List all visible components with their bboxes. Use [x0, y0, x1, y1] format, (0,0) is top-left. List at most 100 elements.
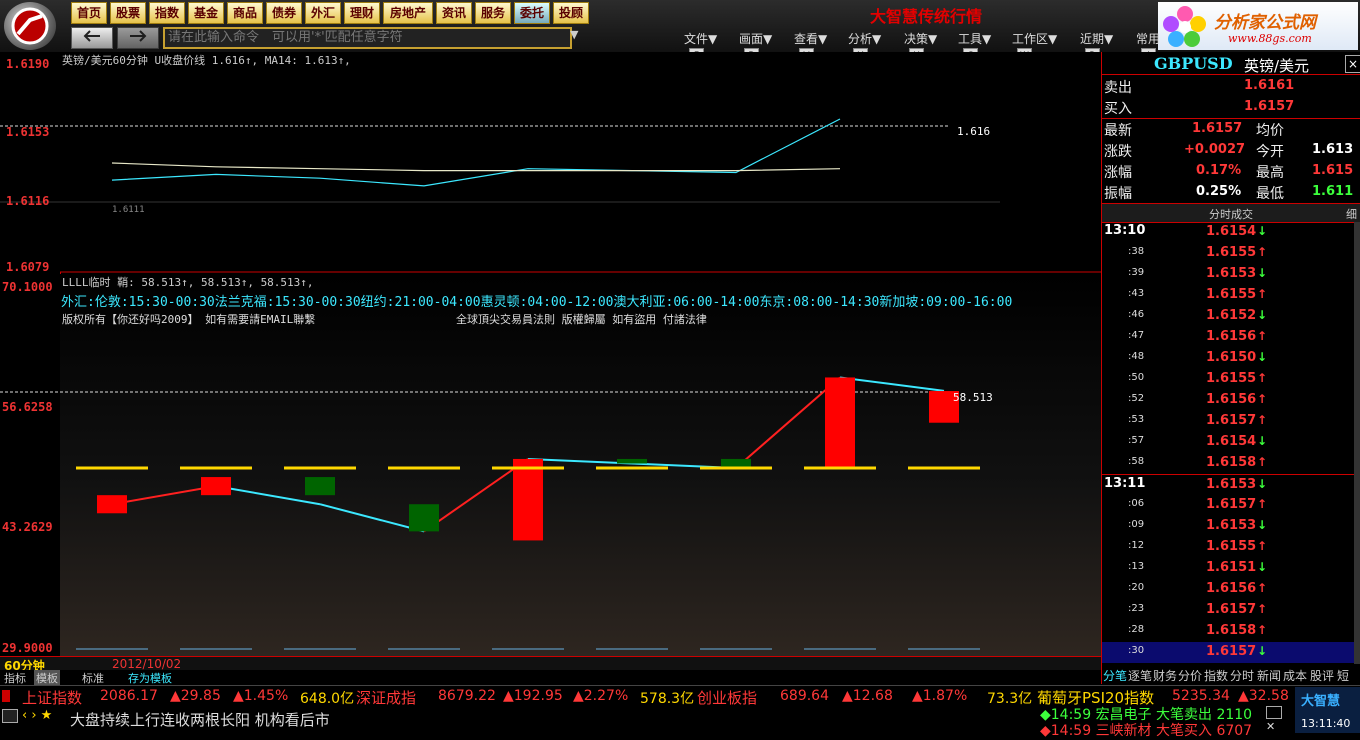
tick-arrow-icon: ↑	[1257, 413, 1268, 427]
tick-time: 13:10	[1104, 223, 1146, 238]
y-label-top-3: 1.6116	[6, 194, 50, 208]
menu-item-5[interactable]: 工具▼	[958, 30, 991, 47]
sell-label: 卖出	[1104, 80, 1132, 96]
tick-row[interactable]: :50 1.6155 ↑	[1102, 369, 1357, 390]
menu-item-1[interactable]: 画面▼	[739, 30, 772, 47]
tick-row[interactable]: :53 1.6157 ↑	[1102, 411, 1357, 432]
tick-row[interactable]: :30 1.6157 ↓	[1102, 642, 1357, 663]
menu-item-7[interactable]: 近期▼	[1080, 30, 1113, 47]
tick-row[interactable]: :57 1.6154 ↓	[1102, 432, 1357, 453]
right-tab-8[interactable]: 股评	[1310, 668, 1334, 684]
tick-row[interactable]: :52 1.6156 ↑	[1102, 390, 1357, 411]
alert-line-2[interactable]: ◆14:59 三峡新材 大笔买入 6707	[1040, 720, 1252, 740]
right-tab-1[interactable]: 逐笔	[1128, 668, 1152, 684]
nav-btn-5[interactable]: 债券	[266, 2, 302, 24]
candle-4	[513, 458, 543, 541]
tick-row[interactable]: :46 1.6152 ↓	[1102, 306, 1357, 327]
tick-row[interactable]: :28 1.6158 ↑	[1102, 621, 1357, 642]
menu-item-6[interactable]: 工作区▼	[1012, 30, 1057, 47]
date-label: 2012/10/02	[112, 657, 182, 671]
tick-arrow-icon: ↑	[1257, 602, 1268, 616]
nav-btn-4[interactable]: 商品	[227, 2, 263, 24]
right-tab-6[interactable]: 新闻	[1257, 668, 1281, 684]
index-ticker[interactable]: 上证指数 2086.17 ▲29.85 ▲1.45% 648.0亿 深证成指 8…	[0, 685, 1360, 707]
brand-banner: 分析家公式网 www.88gs.com	[1158, 2, 1358, 50]
top-last-label: 1.616	[957, 125, 991, 138]
chevron-down-icon[interactable]: ▼	[570, 28, 578, 41]
y-label-bot-4: 29.9000	[2, 641, 53, 655]
tick-row[interactable]: :58 1.6158 ↑	[1102, 453, 1357, 474]
tick-row[interactable]: :20 1.6156 ↑	[1102, 579, 1357, 600]
menu-item-3[interactable]: 分析▼	[848, 30, 881, 47]
tick-row[interactable]: 13:11 1.6153 ↓	[1102, 474, 1357, 496]
mail-icon[interactable]	[2, 709, 18, 723]
tick-row[interactable]: :43 1.6155 ↑	[1102, 285, 1357, 306]
nav-btn-3[interactable]: 基金	[188, 2, 224, 24]
top-panel-bg	[60, 52, 1101, 272]
right-tab-9[interactable]: 短线	[1337, 668, 1360, 699]
dzh-logo: 大智慧	[1301, 694, 1341, 709]
tick-row[interactable]: :48 1.6150 ↓	[1102, 348, 1357, 369]
menu-item-0[interactable]: 文件▼	[684, 30, 717, 47]
tick-row[interactable]: :38 1.6155 ↑	[1102, 243, 1357, 264]
tick-row[interactable]: :47 1.6156 ↑	[1102, 327, 1357, 348]
right-tab-2[interactable]: 财务	[1153, 668, 1177, 684]
right-tab-0[interactable]: 分笔	[1103, 668, 1127, 684]
app-logo[interactable]	[4, 2, 56, 50]
nav-btn-12[interactable]: 投顾	[553, 2, 589, 24]
forward-button[interactable]	[117, 27, 159, 49]
nav-btn-8[interactable]: 房地产	[383, 2, 433, 24]
nav-btn-11[interactable]: 委托	[514, 2, 550, 24]
tick-row[interactable]: :12 1.6155 ↑	[1102, 537, 1357, 558]
minimize-icon[interactable]	[1266, 706, 1282, 719]
ticks-title: 分时成交	[1209, 208, 1253, 221]
close-icon[interactable]: ×	[1345, 55, 1360, 73]
menu-item-2[interactable]: 查看▼	[794, 30, 827, 47]
nav-btn-10[interactable]: 服务	[475, 2, 511, 24]
menu-item-8[interactable]: 常用	[1136, 30, 1160, 47]
tick-time: :43	[1128, 288, 1145, 299]
news-headline[interactable]: 大盘持续上行连收两根长阳 机构看后市	[70, 709, 330, 730]
tick-time: :53	[1128, 414, 1145, 425]
tab-indicator[interactable]: 指标	[4, 670, 26, 686]
tick-scrollbar[interactable]	[1354, 222, 1360, 664]
close-x-icon[interactable]: ✕	[1266, 720, 1275, 733]
nav-btn-2[interactable]: 指数	[149, 2, 185, 24]
right-tab-7[interactable]: 成本	[1283, 668, 1307, 684]
tab-strip: 指标 模板 标准 存为模板	[0, 670, 1101, 688]
nav-btn-6[interactable]: 外汇	[305, 2, 341, 24]
back-button[interactable]	[71, 27, 113, 49]
tick-price: 1.6156	[1206, 581, 1257, 596]
tick-row[interactable]: :23 1.6157 ↑	[1102, 600, 1357, 621]
copyright-text: 版权所有【你还好吗2009】 如有需要請EMAIL聯繫	[62, 313, 316, 326]
amp-label: 振幅	[1104, 186, 1132, 202]
tick-row[interactable]: :06 1.6157 ↑	[1102, 495, 1357, 516]
tick-row[interactable]: :13 1.6151 ↓	[1102, 558, 1357, 579]
tick-row[interactable]: :09 1.6153 ↓	[1102, 516, 1357, 537]
tick-list[interactable]: 13:10 1.6154 ↓:38 1.6155 ↑:39 1.6153 ↓:43 1.615…	[1102, 222, 1357, 664]
tick-row[interactable]: :39 1.6153 ↓	[1102, 264, 1357, 285]
right-tab-3[interactable]: 分价	[1178, 668, 1202, 684]
tab-standard[interactable]: 标准	[82, 670, 104, 686]
low-label: 最低	[1256, 186, 1284, 202]
nav-btn-7[interactable]: 理财	[344, 2, 380, 24]
tick-time: :12	[1128, 540, 1145, 551]
tick-price: 1.6154	[1206, 224, 1257, 239]
menu-item-4[interactable]: 决策▼	[904, 30, 937, 47]
tick-price: 1.6158	[1206, 455, 1257, 470]
tick-row[interactable]: 13:10 1.6154 ↓	[1102, 222, 1357, 243]
logo-icon	[11, 7, 49, 45]
nav-btn-9[interactable]: 资讯	[436, 2, 472, 24]
nav-btn-0[interactable]: 首页	[71, 2, 107, 24]
ticks-detail[interactable]: 细	[1346, 206, 1357, 222]
tick-price: 1.6155	[1206, 371, 1257, 386]
kline-chart[interactable]	[0, 52, 1101, 672]
tab-template[interactable]: 模板	[34, 670, 60, 686]
nav-btn-1[interactable]: 股票	[110, 2, 146, 24]
right-tab-5[interactable]: 分时	[1230, 668, 1254, 684]
avg-label: 均价	[1256, 123, 1284, 139]
news-nav-icon[interactable]: ‹ › ★	[22, 708, 52, 723]
command-input[interactable]: 请在此输入命令 可以用'*'匹配任意字符	[163, 27, 572, 49]
session-times: 外汇:伦敦:15:30-00:30法兰克福:15:30-00:30纽约:21:0…	[61, 295, 1013, 310]
right-tab-4[interactable]: 指数	[1204, 668, 1228, 684]
